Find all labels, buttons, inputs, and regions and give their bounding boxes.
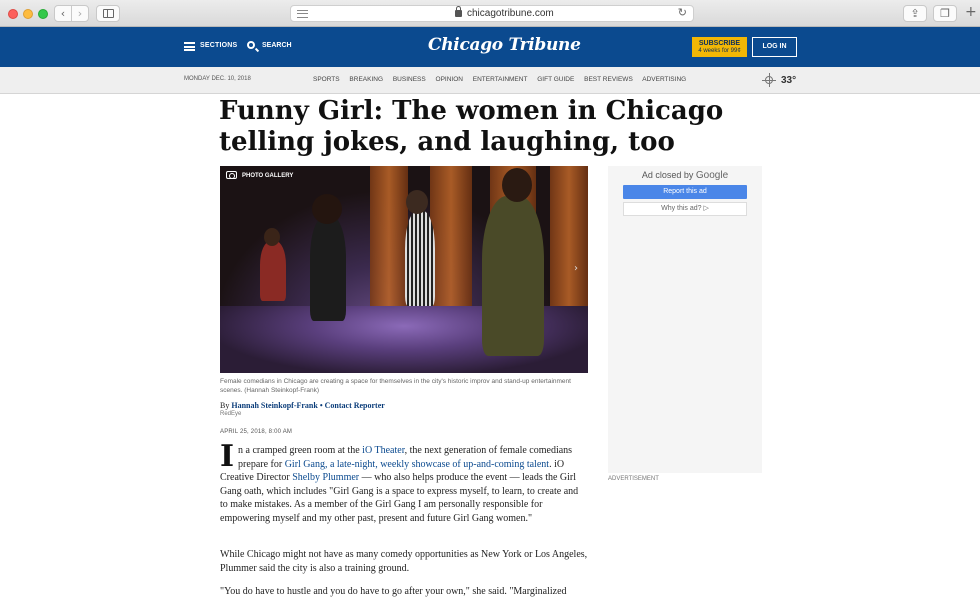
byline-prefix: By (220, 401, 230, 410)
article-photo[interactable]: PHOTO GALLERY (220, 166, 588, 373)
section-links: SPORTS BREAKING BUSINESS OPINION ENTERTA… (313, 76, 694, 83)
share-icon: ⇪ (910, 7, 920, 20)
stage-curtain (550, 166, 588, 316)
sections-button[interactable]: SECTIONS (200, 42, 237, 49)
performer (482, 196, 544, 356)
tabs-icon: ❐ (940, 7, 950, 20)
performer (405, 211, 435, 306)
byline: By Hannah Steinkopf-Frank • Contact Repo… (220, 401, 385, 410)
outlet-name: RedEye (220, 411, 242, 417)
show-tabs-button[interactable]: ❐ (933, 5, 957, 22)
site-header: SECTIONS SEARCH Chicago Tribune SUBSCRIB… (0, 27, 980, 67)
lock-icon (455, 6, 462, 17)
nav-link-entertainment[interactable]: ENTERTAINMENT (473, 76, 528, 83)
share-button[interactable]: ⇪ (903, 5, 927, 22)
subscribe-offer: 4 weeks for 99¢ (698, 48, 741, 54)
sidebar-icon (103, 9, 114, 18)
url-text: chicagotribune.com (467, 8, 554, 19)
google-logo: Google (695, 170, 729, 181)
ad-closed-text: Ad closed by (641, 170, 694, 180)
nav-link-breaking[interactable]: BREAKING (349, 76, 383, 83)
shelby-plummer-link[interactable]: Shelby Plummer (292, 472, 359, 483)
article-headline: Funny Girl: The women in Chicago telling… (219, 96, 724, 157)
login-button[interactable]: LOG IN (752, 37, 797, 57)
camera-icon (226, 171, 237, 179)
minimize-window-button[interactable] (23, 9, 33, 19)
drop-cap: I (220, 439, 235, 474)
close-window-button[interactable] (8, 9, 18, 19)
nav-link-advertising[interactable]: ADVERTISING (642, 76, 686, 83)
author-link[interactable]: Hannah Steinkopf-Frank (231, 401, 317, 410)
article-paragraph: "You do have to hustle and you do have t… (220, 586, 567, 597)
secondary-nav: MONDAY DEC. 10, 2018 SPORTS BREAKING BUS… (0, 67, 980, 94)
performer-head (406, 190, 428, 214)
photo-caption: Female comedians in Chicago are creating… (220, 378, 571, 394)
performer-head (502, 168, 532, 202)
forward-button[interactable]: › (71, 5, 89, 22)
new-tab-button[interactable]: + (965, 4, 977, 20)
performer (310, 216, 346, 321)
nav-link-business[interactable]: BUSINESS (393, 76, 426, 83)
chevron-right-icon: › (77, 7, 83, 20)
nav-link-gift-guide[interactable]: GIFT GUIDE (537, 76, 574, 83)
subscribe-label: SUBSCRIBE (698, 40, 741, 47)
advertisement-label: ADVERTISEMENT (608, 476, 659, 482)
report-ad-button[interactable]: Report this ad (623, 185, 747, 199)
reader-view-icon[interactable] (297, 10, 308, 18)
search-icon[interactable] (247, 41, 255, 49)
stage-curtain (370, 166, 408, 316)
stage-curtain (430, 166, 472, 316)
browser-toolbar: ‹ › chicagotribune.com ↻ ⇪ ❐ + (0, 0, 980, 27)
girl-gang-link[interactable]: Girl Gang, a late-night, weekly showcase… (285, 459, 549, 470)
menu-icon[interactable] (184, 42, 195, 51)
ad-closed-notice: Ad closed by Google (608, 170, 762, 181)
address-bar[interactable]: chicagotribune.com ↻ (290, 5, 694, 22)
back-button[interactable]: ‹ (54, 5, 72, 22)
subscribe-button[interactable]: SUBSCRIBE 4 weeks for 99¢ (692, 37, 747, 57)
site-logo[interactable]: Chicago Tribune (428, 35, 581, 55)
temperature[interactable]: 33° (781, 75, 796, 86)
weather-sun-icon[interactable] (762, 73, 776, 87)
current-date: MONDAY DEC. 10, 2018 (184, 76, 251, 82)
paragraph-text: n a cramped green room at the (238, 445, 363, 456)
ad-slot: Ad closed by Google Report this ad Why t… (608, 166, 762, 473)
sidebar-toggle-button[interactable] (96, 5, 120, 22)
zoom-window-button[interactable] (38, 9, 48, 19)
nav-link-best-reviews[interactable]: BEST REVIEWS (584, 76, 633, 83)
io-theater-link[interactable]: iO Theater (362, 445, 404, 456)
publish-date: APRIL 25, 2018, 8:00 AM (220, 429, 293, 435)
search-button[interactable]: SEARCH (262, 42, 292, 49)
next-photo-arrow[interactable]: › (574, 263, 578, 274)
chevron-left-icon: ‹ (60, 7, 66, 20)
performer (260, 241, 286, 301)
nav-link-opinion[interactable]: OPINION (436, 76, 463, 83)
performer-head (312, 194, 342, 224)
article-paragraph: While Chicago might not have as many com… (220, 549, 588, 574)
reload-icon[interactable]: ↻ (678, 6, 687, 19)
article-paragraph: In a cramped green room at the iO Theate… (220, 439, 588, 525)
photo-gallery-label[interactable]: PHOTO GALLERY (242, 173, 293, 179)
why-this-ad-button[interactable]: Why this ad? ▷ (623, 202, 747, 216)
performer-head (264, 228, 280, 246)
nav-link-sports[interactable]: SPORTS (313, 76, 340, 83)
contact-reporter-link[interactable]: Contact Reporter (325, 401, 385, 410)
